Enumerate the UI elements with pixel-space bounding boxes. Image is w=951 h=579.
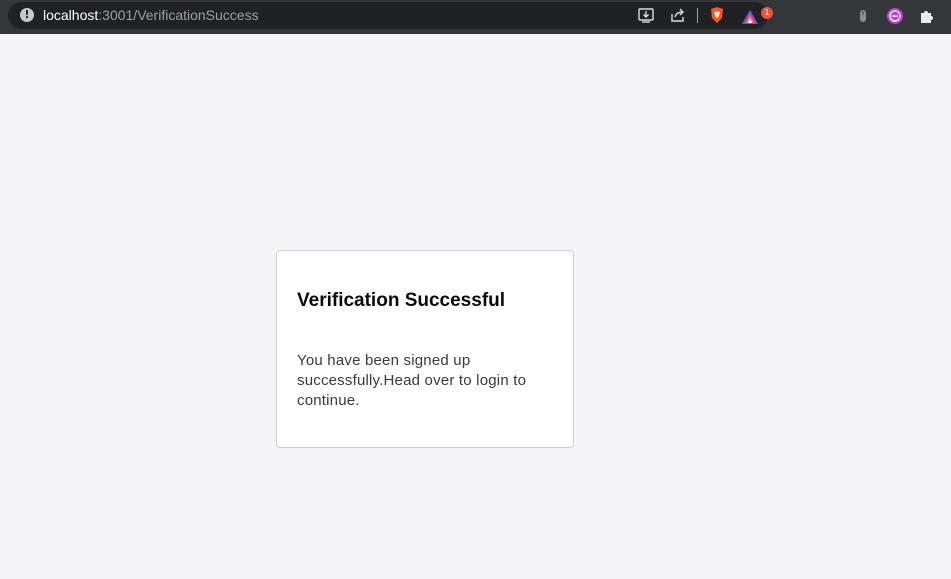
address-bar[interactable]: ! localhost:3001/VerificationSuccess 1 xyxy=(8,2,773,29)
verification-card: Verification Successful You have been si… xyxy=(276,250,574,448)
mouse-icon[interactable] xyxy=(854,7,872,25)
browser-toolbar: ! localhost:3001/VerificationSuccess 1 xyxy=(0,0,951,34)
info-icon[interactable]: ! xyxy=(20,8,34,22)
puzzle-icon[interactable] xyxy=(918,7,936,25)
extension-avatar-icon[interactable] xyxy=(886,7,904,25)
share-icon[interactable] xyxy=(669,6,687,24)
brave-rewards-icon[interactable] xyxy=(741,8,759,26)
card-title: Verification Successful xyxy=(297,290,506,311)
url-path: :3001/VerificationSuccess xyxy=(98,7,259,23)
install-app-icon[interactable] xyxy=(637,6,655,24)
notification-badge: 1 xyxy=(761,7,773,19)
url-host: localhost xyxy=(43,7,99,23)
card-message: You have been signed up successfully.Hea… xyxy=(297,352,527,409)
toolbar-divider xyxy=(697,8,698,23)
brave-shields-icon[interactable] xyxy=(708,6,726,24)
url-text[interactable]: localhost:3001/VerificationSuccess xyxy=(43,7,259,24)
